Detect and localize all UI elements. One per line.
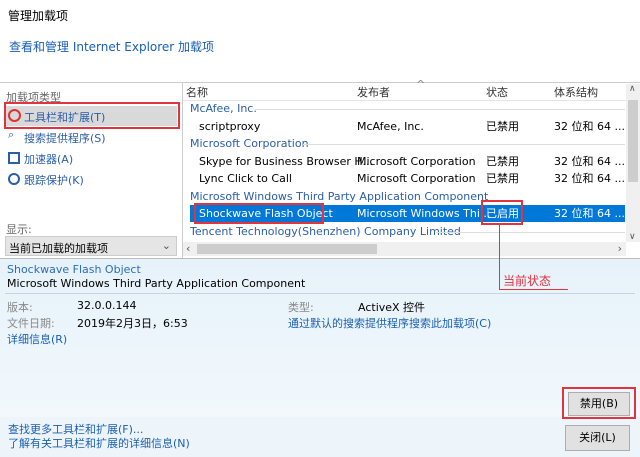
title-bar: 管理加载项 xyxy=(0,0,640,30)
more-info-link[interactable]: 详细信息(R) xyxy=(7,331,67,347)
annotation-box xyxy=(4,102,180,129)
scroll-up-icon: ∧ xyxy=(629,84,636,94)
cell-name: Lync Click to Call xyxy=(199,172,292,185)
group-header: Tencent Technology(Shenzhen) Company Lim… xyxy=(190,225,461,238)
annotation-box xyxy=(562,387,636,419)
cell-publisher: Microsoft Corporation xyxy=(357,172,476,185)
search-icon: ⌕ xyxy=(8,128,15,141)
scrollbar-thumb[interactable] xyxy=(197,244,377,254)
table-row[interactable]: scriptproxy McAfee, Inc. 已禁用 32 位和 64 ..… xyxy=(183,118,626,135)
annotation-line xyxy=(499,225,500,290)
details-divider xyxy=(5,293,635,294)
cell-name: Skype for Business Browser H... xyxy=(199,155,373,168)
scroll-down-icon: ∨ xyxy=(629,232,636,242)
scroll-left-icon: ‹ xyxy=(186,242,191,255)
group-divider xyxy=(303,144,625,145)
annotation-box xyxy=(194,203,324,224)
version-label: 版本: xyxy=(7,301,33,314)
learn-more-link[interactable]: 了解有关工具栏和扩展的详细信息(N) xyxy=(8,435,190,451)
cell-arch: 32 位和 64 ... xyxy=(554,172,625,185)
manage-addons-link[interactable]: 查看和管理 Internet Explorer 加载项 xyxy=(9,38,214,55)
show-dropdown[interactable]: 当前已加载的加载项 ⌄ xyxy=(5,236,177,256)
table-row[interactable]: Skype for Business Browser H... Microsof… xyxy=(183,153,626,170)
sidebar-item-label: 搜索提供程序(S) xyxy=(24,132,106,145)
sidebar-item-label: 加速器(A) xyxy=(24,153,74,166)
close-button[interactable]: 关闭(L) xyxy=(565,425,630,451)
group-header: Microsoft Corporation xyxy=(190,137,309,150)
type-value: ActiveX 控件 xyxy=(358,301,426,314)
show-label: 显示: xyxy=(6,223,32,236)
sidebar-item-search[interactable]: ⌕ 搜索提供程序(S) xyxy=(5,128,177,146)
cell-arch: 32 位和 64 ... xyxy=(554,120,625,133)
table-row[interactable]: Lync Click to Call Microsoft Corporation… xyxy=(183,170,626,187)
vertical-scrollbar[interactable]: ∧ ∨ xyxy=(626,84,640,242)
block-icon xyxy=(8,173,20,185)
scroll-right-icon: › xyxy=(617,242,622,255)
column-header-status[interactable]: 状态 xyxy=(486,84,508,100)
version-value: 32.0.0.144 xyxy=(77,299,137,312)
column-header-architecture[interactable]: 体系结构 xyxy=(554,84,598,100)
cell-publisher: McAfee, Inc. xyxy=(357,120,424,133)
group-divider xyxy=(255,109,625,110)
group-header: McAfee, Inc. xyxy=(190,102,257,115)
cell-status: 已禁用 xyxy=(486,120,519,133)
date-value: 2019年2月3日，6:53 xyxy=(77,317,188,330)
annotation-underline xyxy=(499,289,568,290)
accelerator-icon xyxy=(8,152,20,164)
annotation-label: 当前状态 xyxy=(503,274,552,288)
window-title: 管理加载项 xyxy=(8,9,69,23)
cell-arch: 32 位和 64 ... xyxy=(554,155,625,168)
details-company: Microsoft Windows Third Party Applicatio… xyxy=(7,277,306,290)
column-header-name[interactable]: 名称 xyxy=(186,84,208,100)
scrollbar-thumb[interactable] xyxy=(628,100,638,182)
cell-name: scriptproxy xyxy=(199,120,261,133)
search-addon-link[interactable]: 通过默认的搜索提供程序搜索此加载项(C) xyxy=(288,315,491,331)
details-addon-name: Shockwave Flash Object xyxy=(7,263,141,276)
chevron-down-icon: ⌄ xyxy=(161,239,171,252)
cell-publisher: Microsoft Corporation xyxy=(357,155,476,168)
cell-arch: 32 位和 64 ... xyxy=(554,207,625,220)
type-label: 类型: xyxy=(288,301,314,314)
sidebar-item-tracking-protection[interactable]: 跟踪保护(K) xyxy=(5,170,177,188)
cell-publisher: Microsoft Windows Thi... xyxy=(357,207,491,220)
footer: 查找更多工具栏和扩展(F)... 了解有关工具栏和扩展的详细信息(N) 关闭(L… xyxy=(0,417,640,457)
column-header-publisher[interactable]: 发布者 xyxy=(357,84,390,100)
show-dropdown-value: 当前已加载的加载项 xyxy=(9,242,108,255)
date-label: 文件日期: xyxy=(7,317,55,330)
sidebar-item-accelerators[interactable]: 加速器(A) xyxy=(5,149,177,167)
sort-arrow-icon: ^ xyxy=(416,78,426,91)
sidebar-item-label: 跟踪保护(K) xyxy=(24,174,84,187)
annotation-box xyxy=(481,200,523,225)
cell-status: 已禁用 xyxy=(486,172,519,185)
cell-status: 已禁用 xyxy=(486,155,519,168)
group-divider xyxy=(436,232,625,233)
horizontal-scrollbar[interactable]: ‹ › xyxy=(183,242,626,256)
